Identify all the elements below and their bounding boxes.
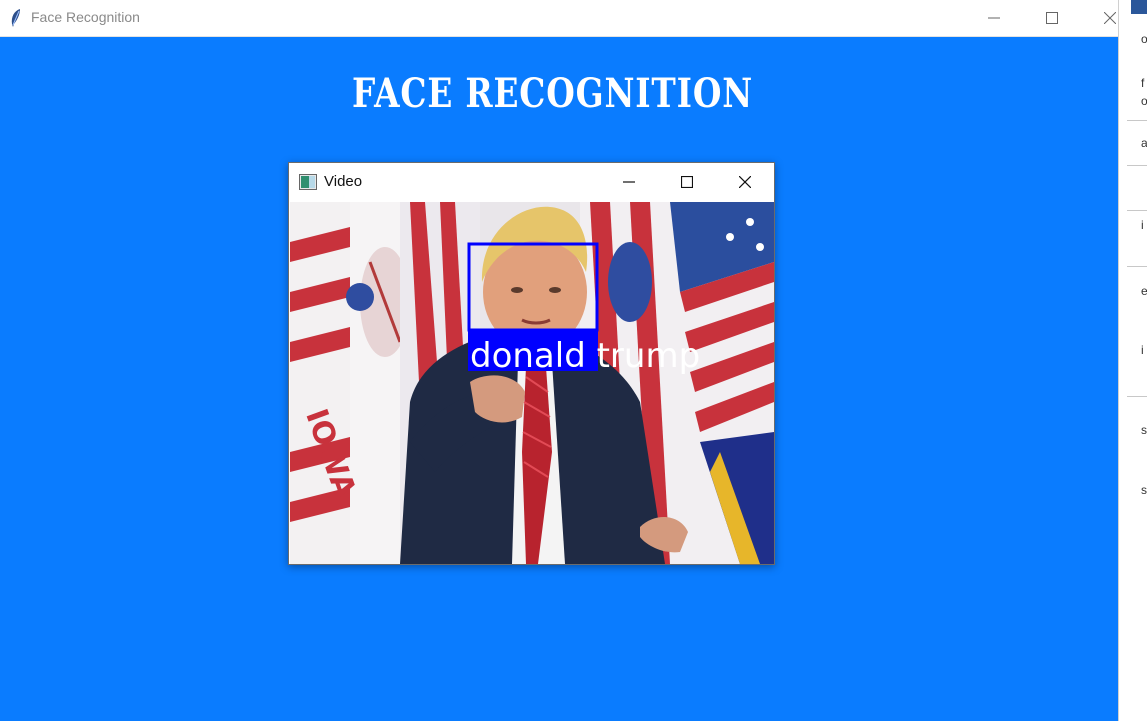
background-text: o: [1141, 94, 1147, 108]
background-text: e: [1141, 284, 1147, 298]
minimize-icon: [623, 173, 635, 192]
divider: [1127, 165, 1147, 166]
divider: [1127, 210, 1147, 211]
feather-icon: [8, 8, 24, 28]
background-text: s: [1141, 423, 1147, 437]
main-window-title: Face Recognition: [31, 9, 140, 25]
background-text: s: [1141, 483, 1147, 497]
video-window-icon: [299, 174, 317, 190]
background-text: i: [1141, 343, 1144, 357]
detection-label: donald trump: [470, 336, 701, 376]
minimize-button[interactable]: [965, 0, 1023, 36]
maximize-icon: [1046, 12, 1058, 24]
desktop: Face Recognition FACE RECOGNITION Video …: [0, 0, 1147, 721]
video-close-button[interactable]: [716, 163, 774, 201]
divider: [1127, 120, 1147, 121]
video-window-title: Video: [324, 173, 363, 190]
background-window-topbar: [1131, 0, 1147, 14]
divider: [1127, 266, 1147, 267]
close-icon: [1104, 12, 1116, 24]
main-window: Face Recognition FACE RECOGNITION Video …: [0, 0, 1118, 721]
background-window[interactable]: o f o a i e i s s: [1118, 0, 1147, 721]
divider: [1127, 396, 1147, 397]
video-window: Video IOWA donald trump: [288, 162, 775, 565]
video-titlebar[interactable]: Video: [289, 163, 774, 201]
main-titlebar[interactable]: Face Recognition: [0, 0, 1118, 37]
background-text: a: [1141, 136, 1147, 150]
background-text: i: [1141, 218, 1144, 232]
page-heading: FACE RECOGNITION: [351, 70, 754, 117]
video-frame: IOWA donald trump: [290, 202, 774, 564]
close-icon: [738, 173, 752, 192]
background-text: f: [1141, 76, 1145, 90]
maximize-button[interactable]: [1023, 0, 1081, 36]
video-maximize-button[interactable]: [658, 163, 716, 201]
video-minimize-button[interactable]: [600, 163, 658, 201]
maximize-icon: [680, 173, 694, 192]
minimize-icon: [988, 12, 1000, 24]
video-scene: IOWA: [290, 202, 774, 564]
background-text: o: [1141, 32, 1147, 46]
